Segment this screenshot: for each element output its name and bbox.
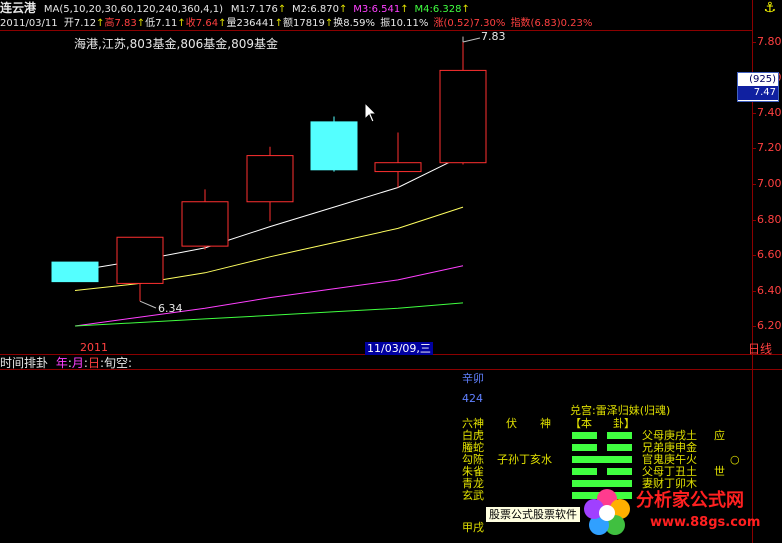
low-leader-line (139, 300, 157, 309)
price-badge-value: 7.47 (738, 86, 778, 100)
price-tick (752, 291, 756, 292)
flower-logo-icon (584, 489, 630, 535)
price-tick (752, 220, 756, 221)
kline-chart[interactable] (0, 0, 752, 356)
price-tick-label: 6.80 (757, 213, 782, 226)
yang-line (572, 456, 632, 463)
line-name-4: 妻财丁卯木 (642, 477, 697, 490)
price-tick-label: 7.40 (757, 106, 782, 119)
period-label[interactable]: 日线 (748, 342, 772, 356)
candle-body-3 (246, 155, 294, 203)
price-tick-label: 7.20 (757, 141, 782, 154)
bottom-ganzhi: 甲戌 (462, 521, 484, 534)
label-day: 日 (87, 356, 100, 370)
price-tick (752, 184, 756, 185)
price-tick-label: 6.40 (757, 284, 782, 297)
mark-ying: 应 (714, 429, 725, 442)
mark-circle: ○ (730, 453, 740, 466)
col-fushen-1: 伏 (506, 417, 517, 430)
lower-panel-header: 时间排卦 年:月:日:旬空: (0, 356, 133, 370)
col-ben-1: 【本 (570, 417, 592, 430)
tooltip: 股票公式股票软件 (485, 506, 581, 523)
candle-body-5 (374, 162, 422, 173)
low-price-label: 6.34 (158, 302, 183, 315)
watermark-logo-text: 分析家公式网 (636, 490, 744, 511)
ganzhi-label: 辛卯 (462, 372, 484, 385)
yin-line-segment (607, 468, 632, 475)
price-tick-label: 7.80 (757, 35, 782, 48)
price-tick (752, 255, 756, 256)
high-leader-line-2 (462, 37, 481, 43)
yin-line-segment (572, 432, 597, 439)
anchor-icon[interactable]: ⚓ (763, 0, 776, 16)
candle-body-4 (310, 121, 358, 171)
liushen-5: 玄武 (462, 489, 484, 502)
price-tick-label: 6.60 (757, 248, 782, 261)
year-label: 2011 (80, 341, 108, 354)
price-badge: (925) 7.47 (737, 72, 779, 102)
number-label: 424 (462, 392, 483, 405)
price-tick (752, 326, 756, 327)
high-price-label: 7.83 (481, 30, 506, 43)
candle-body-0 (51, 261, 99, 283)
yin-line-segment (572, 444, 597, 451)
yang-line (572, 480, 632, 487)
price-tick-label: 6.20 (757, 319, 782, 332)
price-tick-label: 7.00 (757, 177, 782, 190)
candle-body-6 (439, 69, 487, 164)
yin-line-segment (607, 432, 632, 439)
cursor-date-label: 11/03/09,三 (365, 342, 433, 355)
fushen-2: 子孙丁亥水 (497, 453, 552, 466)
price-tick (752, 113, 756, 114)
label-month: 月 (71, 356, 84, 370)
candle-body-1 (116, 236, 164, 284)
candle-body-2 (181, 201, 229, 247)
yin-line-segment (607, 444, 632, 451)
ma-line-4 (74, 302, 464, 327)
price-badge-top: (925) (749, 74, 776, 85)
label-xunkong: 旬空: (104, 356, 133, 370)
mouse-cursor-icon (364, 102, 378, 123)
col-fushen-2: 神 (540, 417, 551, 430)
yin-line-segment (572, 468, 597, 475)
watermark-url: www.88gs.com (650, 515, 761, 530)
price-tick (752, 42, 756, 43)
price-tick (752, 148, 756, 149)
mark-shi: 世 (714, 465, 725, 478)
label-year: 年 (55, 356, 68, 370)
lower-panel-title: 时间排卦 (0, 356, 49, 370)
col-ben-2: 卦】 (613, 417, 635, 430)
gua-title: 兑宫:雷泽归妹(归魂) (570, 404, 671, 417)
